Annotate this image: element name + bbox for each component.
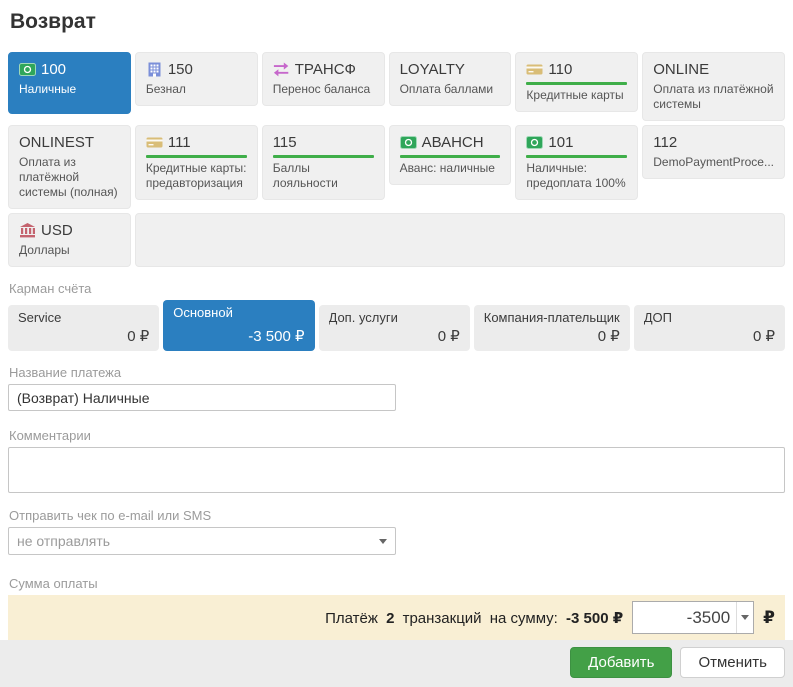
total-amount: -3 500 ₽	[566, 610, 623, 627]
tile-code: ONLINE	[653, 60, 709, 79]
sum-word: на сумму:	[490, 610, 558, 627]
currency-symbol: ₽	[763, 608, 775, 628]
tile-code: 112	[653, 133, 677, 152]
credit-card-icon	[146, 135, 163, 150]
pocket-service[interactable]: Service 0 ₽	[8, 305, 159, 351]
pocket-amount: -3 500 ₽	[173, 327, 304, 345]
pocket-amount: 0 ₽	[644, 327, 775, 345]
tile-subtitle: Наличные	[19, 82, 120, 97]
building-icon	[146, 62, 163, 77]
cash-icon	[19, 62, 36, 77]
pocket-name: Доп. услуги	[329, 310, 460, 325]
tile-subtitle: Безнал	[146, 82, 247, 97]
pocket-dop[interactable]: ДОП 0 ₽	[634, 305, 785, 351]
tile-code: 111	[168, 133, 191, 152]
payment-methods-grid: 100 Наличные 150 Безнал ТРАНСФ Перенос б…	[8, 52, 785, 267]
payment-method-tile-online[interactable]: ONLINE Оплата из платёжной системы	[642, 52, 785, 121]
payment-name-input[interactable]	[8, 384, 396, 411]
pocket-amount: 0 ₽	[484, 327, 620, 345]
amount-input[interactable]	[633, 602, 736, 633]
pocket-payer-company[interactable]: Компания-плательщик 0 ₽	[474, 305, 630, 351]
tile-code: 150	[168, 60, 193, 79]
pocket-amount: 0 ₽	[329, 327, 460, 345]
dialog-footer: Добавить Отменить	[0, 640, 793, 687]
pocket-main[interactable]: Основной -3 500 ₽	[163, 300, 314, 351]
tile-code: АВАНСН	[422, 133, 484, 152]
tile-code: 101	[548, 133, 573, 152]
tile-code: 100	[41, 60, 66, 79]
transfer-arrows-icon	[273, 62, 290, 77]
tile-subtitle: Оплата из платёжной системы	[653, 82, 774, 112]
add-button[interactable]: Добавить	[570, 647, 672, 678]
tile-code: 115	[273, 133, 297, 152]
payment-sum-label: Сумма оплаты	[9, 576, 785, 591]
pocket-extra-services[interactable]: Доп. услуги 0 ₽	[319, 305, 470, 351]
payment-method-tile-115[interactable]: 115 Баллы лояльности	[262, 125, 385, 200]
chevron-down-icon	[741, 615, 749, 620]
pockets-label: Карман счёта	[9, 281, 785, 296]
receipt-selected-option: не отправлять	[17, 533, 379, 549]
tile-code: ONLINEST	[19, 133, 94, 152]
tile-subtitle: Наличные: предоплата 100%	[526, 161, 627, 191]
payment-method-tile-avansn[interactable]: АВАНСН Аванс: наличные	[389, 125, 512, 185]
page-title: Возврат	[10, 10, 785, 34]
tile-subtitle: Кредитные карты: предавторизация	[146, 161, 247, 191]
tile-code: ТРАНСФ	[295, 60, 356, 79]
active-underline	[526, 155, 627, 158]
comments-textarea[interactable]	[8, 447, 785, 493]
tile-subtitle: Аванс: наличные	[400, 161, 501, 176]
active-underline	[146, 155, 247, 158]
payment-sum-bar: Платёж 2 транзакций на сумму: -3 500 ₽ ₽	[8, 595, 785, 640]
pocket-name: ДОП	[644, 310, 775, 325]
payment-method-tile-150[interactable]: 150 Безнал	[135, 52, 258, 106]
payment-method-tile-101[interactable]: 101 Наличные: предоплата 100%	[515, 125, 638, 200]
account-pockets: Service 0 ₽ Основной -3 500 ₽ Доп. услуг…	[8, 300, 785, 351]
payment-method-tile-111[interactable]: 111 Кредитные карты: предавторизация	[135, 125, 258, 200]
empty-tile-area	[135, 213, 785, 267]
payment-sum-summary: Платёж 2 транзакций на сумму: -3 500 ₽	[321, 609, 623, 627]
bank-icon	[19, 223, 36, 238]
comments-label: Комментарии	[9, 428, 785, 443]
receipt-label: Отправить чек по e-mail или SMS	[9, 508, 785, 523]
sum-prefix: Платёж	[325, 610, 378, 627]
receipt-select[interactable]: не отправлять	[8, 527, 396, 555]
payment-method-tile-usd[interactable]: USD Доллары	[8, 213, 131, 267]
pocket-name: Компания-плательщик	[484, 310, 620, 325]
tile-subtitle: Баллы лояльности	[273, 161, 374, 191]
cancel-button[interactable]: Отменить	[680, 647, 785, 678]
pocket-name: Service	[18, 310, 149, 325]
tile-code: LOYALTY	[400, 60, 465, 79]
tile-subtitle: Перенос баланса	[273, 82, 374, 97]
amount-input-group	[632, 601, 754, 634]
pocket-amount: 0 ₽	[18, 327, 149, 345]
tile-subtitle: Кредитные карты	[526, 88, 627, 103]
tile-subtitle: Оплата из платёжной системы (полная)	[19, 155, 120, 200]
cash-icon	[526, 135, 543, 150]
payment-method-tile-loyalty[interactable]: LOYALTY Оплата баллами	[389, 52, 512, 106]
active-underline	[273, 155, 374, 158]
payment-method-tile-onlinest[interactable]: ONLINEST Оплата из платёжной системы (по…	[8, 125, 131, 209]
pocket-name: Основной	[173, 305, 304, 320]
cash-icon	[400, 135, 417, 150]
credit-card-icon	[526, 62, 543, 77]
tile-subtitle: Доллары	[19, 243, 120, 258]
active-underline	[400, 155, 501, 158]
payment-method-tile-110[interactable]: 110 Кредитные карты	[515, 52, 638, 112]
payment-method-tile-112[interactable]: 112 DemoPaymentProce...	[642, 125, 785, 179]
chevron-down-icon	[379, 539, 387, 544]
tile-subtitle: DemoPaymentProce...	[653, 155, 774, 170]
transactions-word: транзакций	[403, 610, 482, 627]
payment-name-label: Название платежа	[9, 365, 785, 380]
payment-method-tile-transf[interactable]: ТРАНСФ Перенос баланса	[262, 52, 385, 106]
active-underline	[526, 82, 627, 85]
payment-method-tile-100[interactable]: 100 Наличные	[8, 52, 131, 114]
tile-code: 110	[548, 60, 572, 79]
tile-subtitle: Оплата баллами	[400, 82, 501, 97]
amount-spinner[interactable]	[736, 602, 753, 633]
tile-code: USD	[41, 221, 73, 240]
transaction-count: 2	[386, 610, 394, 627]
